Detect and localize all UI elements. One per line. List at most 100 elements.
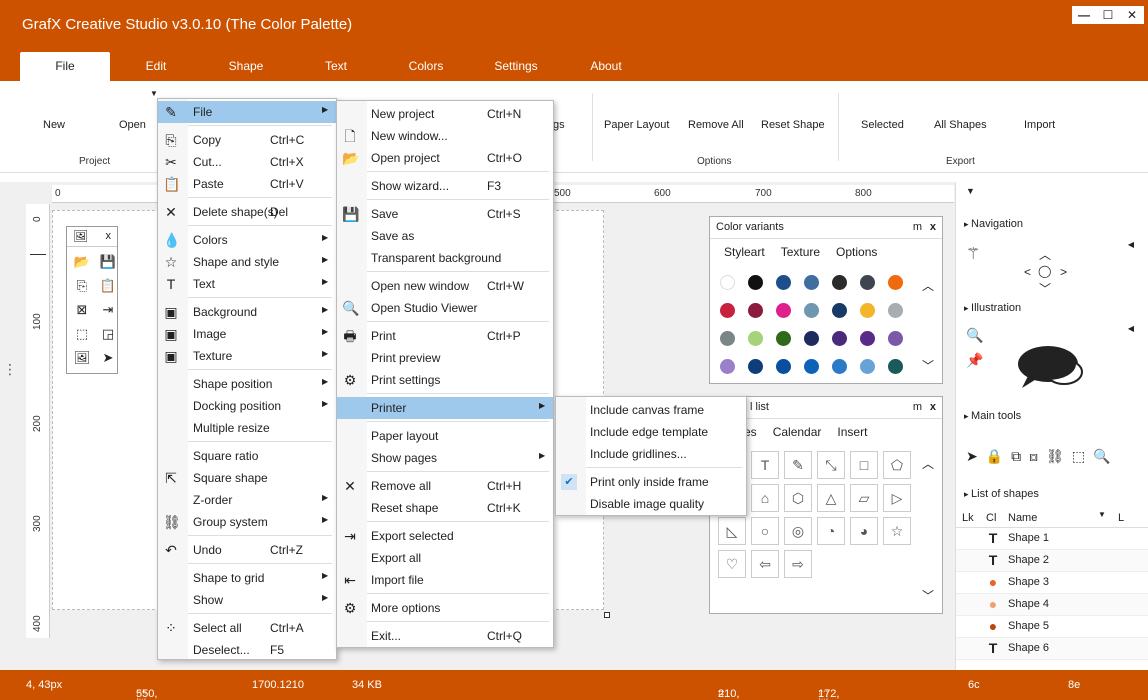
menu-item-save-as[interactable]: Save as: [337, 225, 553, 247]
pointer-icon[interactable]: ➤: [97, 347, 119, 369]
paste-icon[interactable]: 📋: [97, 275, 119, 297]
close-icon[interactable]: x: [930, 221, 936, 233]
menu-item-export-all[interactable]: Export all: [337, 547, 553, 569]
color-swatch[interactable]: [832, 331, 847, 346]
color-swatch[interactable]: [748, 275, 763, 290]
shape-list-row[interactable]: T Shape 6: [956, 638, 1148, 660]
tab-edit[interactable]: Edit: [111, 52, 201, 81]
shape-tile[interactable]: ◎: [784, 517, 812, 545]
column-l[interactable]: L: [1118, 512, 1124, 524]
shape-tile[interactable]: ◔: [817, 517, 845, 545]
new-button[interactable]: New: [43, 119, 65, 131]
menu-item-exit[interactable]: Exit... Ctrl+Q: [337, 625, 553, 647]
minimize-icon[interactable]: m: [913, 221, 922, 233]
shape-tile[interactable]: ⇦: [751, 550, 779, 578]
menu-item-disable-image-quality[interactable]: Disable image quality: [556, 493, 746, 515]
group-icon[interactable]: ⧉: [1011, 448, 1029, 464]
menu-item-print-only-inside-frame[interactable]: ✔ Print only inside frame: [556, 471, 746, 493]
menu-item-select-all[interactable]: ⁘ Select all Ctrl+A: [158, 617, 336, 639]
magnifier-icon[interactable]: 🔍: [1093, 448, 1118, 464]
menu-item-new-project[interactable]: New project Ctrl+N: [337, 103, 553, 125]
export-all-shapes-button[interactable]: All Shapes: [934, 119, 987, 131]
menu-item-include-edge-template[interactable]: Include edge template: [556, 421, 746, 443]
menu-item-colors[interactable]: 💧 Colors ▶: [158, 229, 336, 251]
menu-item-save[interactable]: 💾 Save Ctrl+S: [337, 203, 553, 225]
color-swatch[interactable]: [860, 331, 875, 346]
menu-item-texture[interactable]: ▣ Texture ▶: [158, 345, 336, 367]
column-lk[interactable]: Lk: [962, 512, 974, 524]
shape-tile[interactable]: ⬠: [883, 451, 911, 479]
magic-wand-icon[interactable]: ⚚: [966, 244, 980, 264]
shape-list-row[interactable]: ● Shape 4: [956, 594, 1148, 616]
arrow-down-icon[interactable]: ﹀: [1039, 280, 1051, 297]
color-swatch[interactable]: [720, 303, 735, 318]
menu-item-import-file[interactable]: ⇤ Import file: [337, 569, 553, 591]
menu-item-print-settings[interactable]: ⚙ Print settings: [337, 369, 553, 391]
shape-list-row[interactable]: T Shape 2: [956, 550, 1148, 572]
reset-shape-button[interactable]: Reset Shape: [761, 119, 825, 131]
settings-button-partial[interactable]: gs: [553, 119, 565, 131]
menu-item-remove-all[interactable]: ✕ Remove all Ctrl+H: [337, 475, 553, 497]
menu-item-image[interactable]: ▣ Image ▶: [158, 323, 336, 345]
color-swatch[interactable]: [832, 303, 847, 318]
lock-icon[interactable]: 🔒: [986, 448, 1011, 464]
color-swatch[interactable]: [720, 331, 735, 346]
menu-item-reset-shape[interactable]: Reset shape Ctrl+K: [337, 497, 553, 519]
menu-item-square-ratio[interactable]: Square ratio: [158, 445, 336, 467]
menu-item-copy[interactable]: ⎘ Copy Ctrl+C: [158, 129, 336, 151]
column-name[interactable]: Name: [1008, 512, 1037, 524]
open-button[interactable]: Open: [119, 119, 146, 131]
menu-item-shape-and-style[interactable]: ☆ Shape and style ▶: [158, 251, 336, 273]
menu-item-deselect[interactable]: Deselect... F5: [158, 639, 336, 661]
shape-tile[interactable]: ▷: [883, 484, 911, 512]
ungroup-icon[interactable]: ⧈: [1029, 448, 1046, 464]
shape-tile[interactable]: △: [817, 484, 845, 512]
arrow-left-icon[interactable]: <: [1024, 265, 1031, 279]
color-swatch[interactable]: [888, 359, 903, 374]
dock-menu-chevron-icon[interactable]: ▼: [966, 186, 975, 196]
close-icon[interactable]: x: [930, 401, 936, 413]
shape-tile[interactable]: ◺: [718, 517, 746, 545]
menu-item-text[interactable]: T Text ▶: [158, 273, 336, 295]
remove-all-button[interactable]: Remove All: [688, 119, 744, 131]
shape-tile[interactable]: ⬡: [784, 484, 812, 512]
menu-item-multiple-resize[interactable]: Multiple resize: [158, 417, 336, 439]
shape-tile[interactable]: ⤡: [817, 451, 845, 479]
color-swatch[interactable]: [720, 275, 735, 290]
close-icon[interactable]: x: [106, 230, 112, 242]
shape-tile[interactable]: ◕: [850, 517, 878, 545]
color-swatch[interactable]: [888, 275, 903, 290]
color-swatch[interactable]: [776, 275, 791, 290]
menu-item-printer[interactable]: Printer ▶: [337, 397, 553, 419]
menu-item-open-studio-viewer[interactable]: 🔍 Open Studio Viewer: [337, 297, 553, 319]
menu-item-new-window[interactable]: 🗋 New window...: [337, 125, 553, 147]
color-swatch[interactable]: [804, 303, 819, 318]
color-swatch[interactable]: [832, 359, 847, 374]
shape-tile[interactable]: ○: [751, 517, 779, 545]
menu-item-print-preview[interactable]: Print preview: [337, 347, 553, 369]
shape-tile[interactable]: ☆: [883, 517, 911, 545]
import-button[interactable]: Import: [1024, 119, 1055, 131]
pan-navigator[interactable]: ︿ < ◯ > ﹀: [1024, 248, 1067, 296]
menu-item-include-canvas-frame[interactable]: Include canvas frame: [556, 399, 746, 421]
tab-about[interactable]: About: [561, 52, 651, 81]
menu-item-show[interactable]: Show ▶: [158, 589, 336, 611]
chevron-down-icon[interactable]: ﹀: [922, 587, 934, 604]
menu-item-show-wizard[interactable]: Show wizard... F3: [337, 175, 553, 197]
center-icon[interactable]: ◯: [1038, 264, 1051, 278]
color-swatch[interactable]: [720, 359, 735, 374]
tab-shape[interactable]: Shape: [201, 52, 291, 81]
side-grip-handle[interactable]: ⋮: [3, 362, 17, 376]
color-swatch[interactable]: [804, 359, 819, 374]
collapse-arrow-icon[interactable]: ◀: [1128, 324, 1134, 333]
arrow-up-icon[interactable]: ︿: [1039, 246, 1051, 263]
copy-icon[interactable]: ⎘: [71, 275, 93, 297]
shape-tile[interactable]: ✎: [784, 451, 812, 479]
collapse-arrow-icon[interactable]: ◀: [1128, 240, 1134, 249]
color-swatch[interactable]: [748, 331, 763, 346]
selection-icon[interactable]: ⬚: [1072, 448, 1093, 464]
pointer-icon[interactable]: ➤: [966, 448, 986, 464]
shape-tile[interactable]: ▱: [850, 484, 878, 512]
column-cl[interactable]: Cl: [986, 512, 996, 524]
chevron-up-icon[interactable]: ︿: [922, 455, 934, 472]
